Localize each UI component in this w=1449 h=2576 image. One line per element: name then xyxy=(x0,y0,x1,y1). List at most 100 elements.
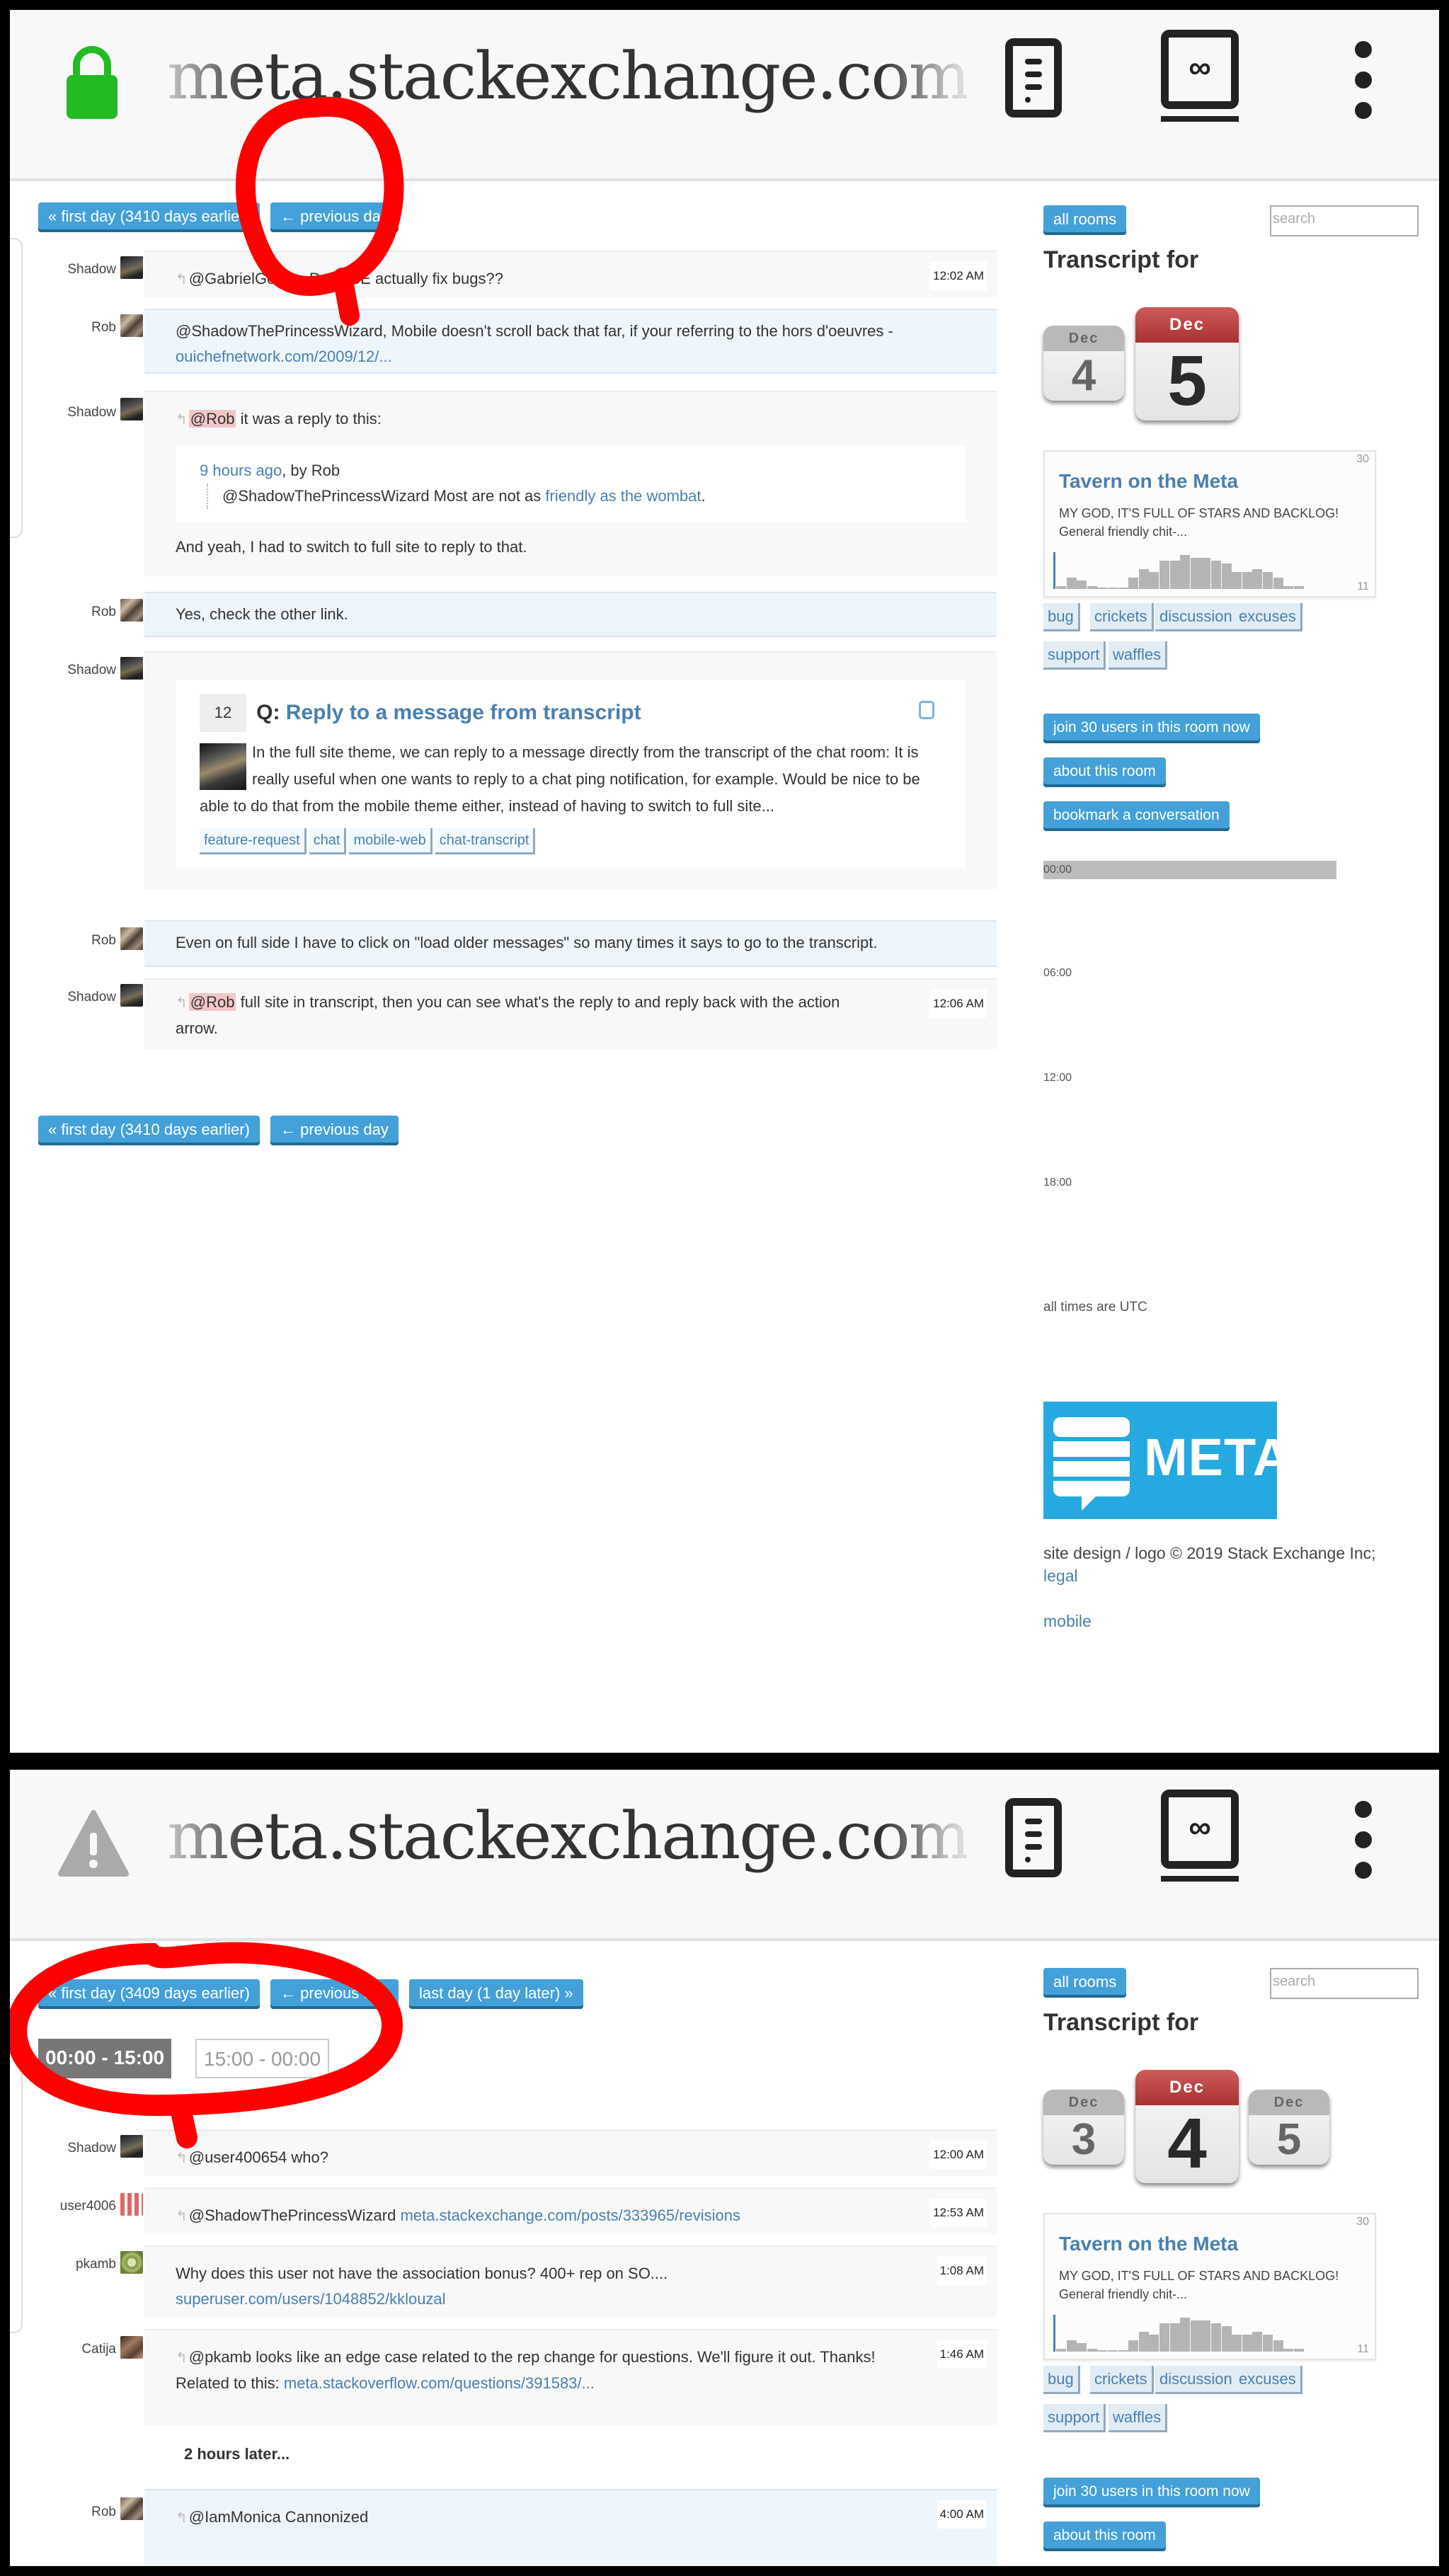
tag[interactable]: chat xyxy=(309,828,347,854)
first-day-button[interactable]: « first day (3410 days earlier) xyxy=(38,202,260,232)
reply-arrow-icon[interactable]: ↰ xyxy=(176,2350,188,2366)
reply-arrow-icon[interactable]: ↰ xyxy=(176,272,188,287)
avatar[interactable] xyxy=(120,314,143,337)
join-room-button[interactable]: join 30 users in this room now xyxy=(1043,714,1260,743)
more-vertical-icon[interactable] xyxy=(1355,1801,1372,1879)
timeline-segment[interactable]: 00:00 xyxy=(1043,861,1336,879)
username[interactable]: Catija xyxy=(10,2342,116,2357)
calendar-prev-day[interactable]: Dec 4 xyxy=(1043,326,1124,401)
previous-day-button[interactable]: ← previous day xyxy=(270,202,399,232)
username[interactable]: Shadow xyxy=(10,405,116,420)
username[interactable]: Rob xyxy=(10,2505,116,2520)
avatar[interactable] xyxy=(120,657,143,680)
tabs-icon[interactable]: ∞ xyxy=(1161,30,1239,122)
tag[interactable]: feature-request xyxy=(200,828,307,854)
message-link[interactable]: superuser.com/users/1048852/kklouzal xyxy=(176,2290,446,2308)
message-time[interactable]: 1:46 AM xyxy=(937,2340,987,2369)
last-day-button[interactable]: last day (1 day later) » xyxy=(409,1979,583,2009)
more-vertical-icon[interactable] xyxy=(1355,41,1372,119)
username[interactable]: Shadow xyxy=(10,663,116,678)
quote-link[interactable]: friendly as the wombat xyxy=(545,487,701,505)
first-day-button-bottom[interactable]: « first day (3410 days earlier) xyxy=(38,1116,260,1145)
reply-arrow-icon[interactable]: ↰ xyxy=(176,2151,188,2166)
join-room-button[interactable]: join 30 users in this room now xyxy=(1043,2478,1260,2507)
previous-day-button[interactable]: ← previous day xyxy=(270,1979,399,2009)
room-tag[interactable]: crickets xyxy=(1090,2366,1154,2394)
username[interactable]: Shadow xyxy=(10,2141,116,2156)
username[interactable]: Rob xyxy=(10,933,116,949)
room-tag[interactable]: waffles xyxy=(1109,2404,1168,2432)
tag[interactable]: chat-transcript xyxy=(435,828,536,854)
quote-permalink[interactable]: 9 hours ago xyxy=(200,462,282,479)
message-time[interactable]: 12:06 AM xyxy=(930,990,987,1018)
search-input[interactable]: search xyxy=(1270,1968,1419,1999)
mobile-link[interactable]: mobile xyxy=(1043,1612,1092,1630)
all-rooms-button[interactable]: all rooms xyxy=(1043,205,1127,235)
side-drawer-edge[interactable] xyxy=(10,238,23,538)
meta-logo[interactable]: META xyxy=(1043,1402,1290,1519)
avatar[interactable] xyxy=(120,2135,143,2158)
room-tag[interactable]: support xyxy=(1043,2404,1106,2432)
ping-mention[interactable]: @Rob xyxy=(188,410,236,428)
url-field[interactable]: meta.stackexchange.com/tr xyxy=(167,1798,967,1874)
username[interactable]: Rob xyxy=(10,605,116,620)
url-field[interactable]: meta.stackexchange.com/tr xyxy=(167,38,967,114)
time-range-tab-active[interactable]: 00:00 - 15:00 xyxy=(38,2039,172,2078)
reply-arrow-icon[interactable]: ↰ xyxy=(176,995,188,1011)
username[interactable]: user4006 xyxy=(10,2199,116,2214)
room-tag[interactable]: excuses xyxy=(1235,2366,1302,2394)
room-name-link[interactable]: Tavern on the Meta xyxy=(1059,470,1238,493)
room-card[interactable]: 30 Tavern on the Meta MY GOD, IT'S FULL … xyxy=(1043,450,1376,597)
question-title-link[interactable]: Reply to a message from transcript xyxy=(286,701,641,724)
username[interactable]: pkamb xyxy=(10,2257,116,2272)
avatar[interactable] xyxy=(120,2193,143,2216)
room-tag[interactable]: bug xyxy=(1043,603,1080,631)
room-tag[interactable]: discussion xyxy=(1155,603,1239,631)
tag[interactable]: mobile-web xyxy=(349,828,433,854)
first-day-button[interactable]: « first day (3409 days earlier) xyxy=(38,1979,260,2009)
calendar-next-day[interactable]: Dec 5 xyxy=(1249,2090,1329,2165)
bookmark-conversation-button[interactable]: bookmark a conversation xyxy=(1043,801,1230,831)
message-link[interactable]: ouichefnetwork.com/2009/12/... xyxy=(176,348,392,365)
room-tag[interactable]: crickets xyxy=(1090,603,1154,631)
message-link[interactable]: meta.stackoverflow.com/questions/391583/… xyxy=(284,2374,595,2392)
message-time[interactable]: 12:00 AM xyxy=(930,2141,987,2169)
question-author-avatar[interactable] xyxy=(200,743,246,790)
about-room-button[interactable]: about this room xyxy=(1043,2521,1166,2551)
reply-arrow-icon[interactable]: ↰ xyxy=(176,2209,188,2224)
message-time[interactable]: 12:53 AM xyxy=(930,2199,987,2227)
room-tag[interactable]: support xyxy=(1043,641,1106,670)
all-rooms-button[interactable]: all rooms xyxy=(1043,1968,1127,1998)
avatar[interactable] xyxy=(120,2497,143,2520)
message-time[interactable]: 12:02 AM xyxy=(930,262,987,290)
avatar[interactable] xyxy=(120,256,143,279)
reply-arrow-icon[interactable]: ↰ xyxy=(176,2510,188,2526)
about-room-button[interactable]: about this room xyxy=(1043,757,1166,787)
room-card[interactable]: 30 Tavern on the Meta MY GOD, IT'S FULL … xyxy=(1043,2213,1376,2360)
lock-icon[interactable] xyxy=(64,44,120,122)
avatar[interactable] xyxy=(120,984,143,1007)
search-input[interactable]: search xyxy=(1270,205,1419,236)
username[interactable]: Rob xyxy=(10,320,116,336)
room-tag[interactable]: bug xyxy=(1043,2366,1080,2394)
room-tag[interactable]: excuses xyxy=(1235,603,1302,631)
legal-link[interactable]: legal xyxy=(1043,1567,1078,1585)
avatar[interactable] xyxy=(120,927,143,950)
reader-mode-icon[interactable] xyxy=(1005,38,1062,118)
message-link[interactable]: meta.stackexchange.com/posts/333965/revi… xyxy=(400,2206,740,2224)
room-tag[interactable]: waffles xyxy=(1109,641,1168,670)
avatar[interactable] xyxy=(120,2336,143,2359)
calendar-prev-day[interactable]: Dec 3 xyxy=(1043,2090,1124,2165)
previous-day-button-bottom[interactable]: ← previous day xyxy=(270,1116,399,1145)
username[interactable]: Shadow xyxy=(10,262,116,277)
side-drawer-edge[interactable] xyxy=(10,2019,23,2333)
message-time[interactable]: 1:08 AM xyxy=(937,2257,987,2285)
message-time[interactable]: 4:00 AM xyxy=(937,2500,987,2529)
avatar[interactable] xyxy=(120,398,143,420)
username[interactable]: Shadow xyxy=(10,990,116,1005)
tabs-icon[interactable]: ∞ xyxy=(1161,1790,1239,1882)
room-tag[interactable]: discussion xyxy=(1155,2366,1239,2394)
reader-mode-icon[interactable] xyxy=(1005,1798,1062,1877)
time-range-tab[interactable]: 15:00 - 00:00 xyxy=(195,2039,330,2078)
warning-icon[interactable] xyxy=(58,1805,129,1883)
